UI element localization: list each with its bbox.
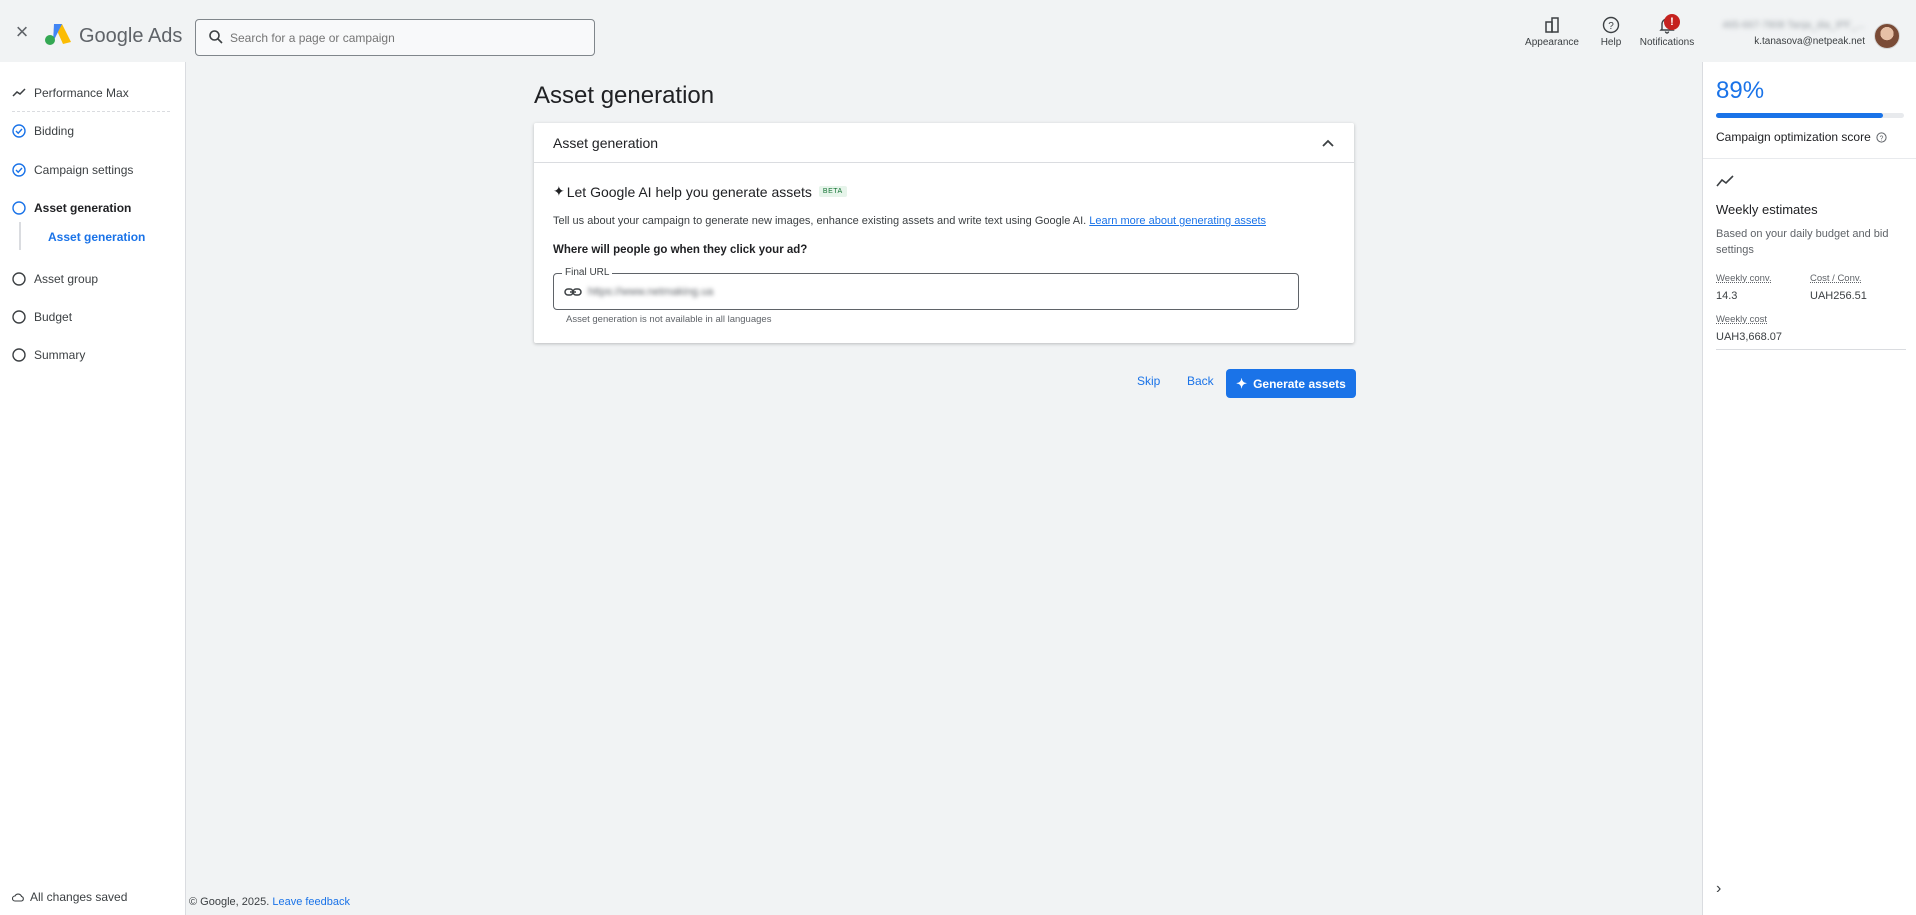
footer: © Google, 2025. Leave feedback — [189, 896, 350, 908]
page-title: Asset generation — [534, 82, 715, 109]
panel-divider — [1716, 349, 1906, 350]
link-icon — [564, 288, 582, 296]
help-icon: ? — [1602, 16, 1620, 34]
learn-more-link[interactable]: Learn more about generating assets — [1089, 215, 1266, 227]
sparkle-icon: ✦ — [1236, 375, 1248, 391]
help-button[interactable]: ? Help — [1596, 14, 1626, 48]
final-url-label: Final URL — [562, 267, 613, 278]
circle-icon — [12, 201, 26, 215]
sidebar-item-campaign-settings[interactable]: Campaign settings — [12, 160, 133, 180]
description: Tell us about your campaign to generate … — [553, 215, 1266, 227]
ai-heading-text: Let Google AI help you generate assets — [566, 183, 812, 200]
appearance-icon — [1545, 17, 1559, 33]
card-header[interactable]: Asset generation — [534, 123, 1354, 163]
sidebar-item-asset-generation[interactable]: Asset generation — [12, 198, 131, 218]
ai-heading: ✦ Let Google AI help you generate assets… — [553, 183, 847, 200]
cost-conv-label[interactable]: Cost / Conv. — [1810, 273, 1862, 284]
skip-button[interactable]: Skip — [1137, 374, 1160, 388]
url-question: Where will people go when they click you… — [553, 244, 808, 256]
sidebar-item-summary[interactable]: Summary — [12, 345, 85, 365]
score-label-text: Campaign optimization score — [1716, 130, 1871, 144]
circle-icon — [12, 272, 26, 286]
url-hint: Asset generation is not available in all… — [566, 314, 772, 325]
score-label: Campaign optimization score ? — [1716, 130, 1887, 144]
trend-icon — [12, 88, 26, 97]
generate-assets-button[interactable]: ✦ Generate assets — [1226, 369, 1356, 398]
save-status: All changes saved — [12, 890, 127, 904]
notifications-label: Notifications — [1639, 37, 1695, 48]
search-box[interactable] — [195, 19, 595, 56]
sidebar-item-label: Bidding — [34, 124, 75, 138]
avatar[interactable] — [1874, 23, 1900, 49]
asset-generation-card: Asset generation ✦ Let Google AI help yo… — [534, 123, 1354, 343]
card-title: Asset generation — [553, 135, 659, 151]
sidebar-item-label: Campaign settings — [34, 163, 134, 177]
notification-badge: ! — [1664, 14, 1680, 30]
weekly-estimates-title: Weekly estimates — [1716, 202, 1818, 217]
close-icon[interactable]: × — [12, 21, 32, 43]
help-label: Help — [1600, 37, 1622, 48]
app-name: Google Ads — [79, 25, 183, 47]
weekly-conv-label[interactable]: Weekly conv. — [1716, 273, 1772, 284]
sidebar-item-asset-group[interactable]: Asset group — [12, 269, 98, 289]
weekly-estimates-subtitle: Based on your daily budget and bid setti… — [1716, 228, 1889, 256]
right-panel: 89% Campaign optimization score ? Weekly… — [1702, 62, 1916, 915]
weekly-cost-label[interactable]: Weekly cost — [1716, 314, 1767, 325]
appearance-label: Appearance — [1525, 37, 1579, 48]
weekly-cost-value: UAH3,668.07 — [1716, 331, 1783, 343]
back-button[interactable]: Back — [1187, 374, 1214, 388]
final-url-input[interactable] — [588, 283, 1288, 301]
check-circle-icon — [12, 163, 26, 177]
account-info[interactable]: 465-667-7808 Tanja_dia_IPF_... k.tanasov… — [1713, 20, 1865, 47]
sidebar-item-label: Asset group — [34, 272, 99, 286]
help-icon[interactable]: ? — [1876, 131, 1887, 143]
circle-icon — [12, 310, 26, 324]
beta-badge: BETA — [818, 186, 847, 197]
trend-icon — [1716, 175, 1734, 187]
leave-feedback-link[interactable]: Leave feedback — [272, 896, 350, 908]
sub-item-indicator — [19, 222, 21, 250]
sidebar-item-performance-max[interactable]: Performance Max — [12, 83, 129, 103]
sidebar: Performance Max Bidding Campaign setting… — [0, 62, 186, 915]
svg-text:?: ? — [1879, 135, 1883, 142]
sidebar-item-label: Asset generation — [34, 201, 132, 215]
score-progress-fill — [1716, 113, 1884, 118]
chevron-up-icon[interactable] — [1317, 132, 1339, 154]
search-input[interactable] — [230, 28, 570, 48]
appearance-button[interactable]: Appearance — [1524, 14, 1580, 48]
account-name: 465-667-7808 Tanja_dia_IPF_... — [1722, 20, 1865, 31]
top-bar: × Google Ads Appearance ? Help Notificat… — [0, 4, 1916, 62]
chevron-right-icon[interactable]: › — [1716, 880, 1721, 898]
optimization-score: 89% — [1716, 77, 1765, 104]
sidebar-item-label: Summary — [34, 348, 86, 362]
circle-icon — [12, 348, 26, 362]
cloud-icon — [12, 893, 24, 902]
panel-divider — [1703, 158, 1916, 159]
account-email: k.tanasova@netpeak.net — [1754, 36, 1865, 47]
svg-text:?: ? — [1608, 21, 1614, 32]
generate-assets-label: Generate assets — [1253, 376, 1346, 391]
google-ads-logo[interactable] — [44, 22, 72, 46]
sidebar-item-label: Budget — [34, 310, 73, 324]
sidebar-item-bidding[interactable]: Bidding — [12, 121, 74, 141]
notifications-button[interactable]: Notifications ! — [1637, 14, 1697, 48]
score-progress-bar — [1716, 113, 1904, 118]
search-icon — [209, 30, 223, 44]
sidebar-item-label: Performance Max — [34, 86, 129, 100]
sidebar-divider — [12, 111, 170, 112]
description-text: Tell us about your campaign to generate … — [553, 215, 1087, 227]
sidebar-subitem-asset-generation[interactable]: Asset generation — [48, 230, 145, 244]
save-status-label: All changes saved — [30, 890, 128, 904]
copyright: © Google, 2025. — [189, 896, 270, 908]
cost-conv-value: UAH256.51 — [1810, 290, 1867, 302]
weekly-conv-value: 14.3 — [1716, 290, 1738, 302]
sparkle-icon: ✦ — [553, 183, 565, 199]
check-circle-icon — [12, 124, 26, 138]
final-url-field[interactable]: Final URL — [553, 267, 1299, 310]
sidebar-item-budget[interactable]: Budget — [12, 307, 72, 327]
